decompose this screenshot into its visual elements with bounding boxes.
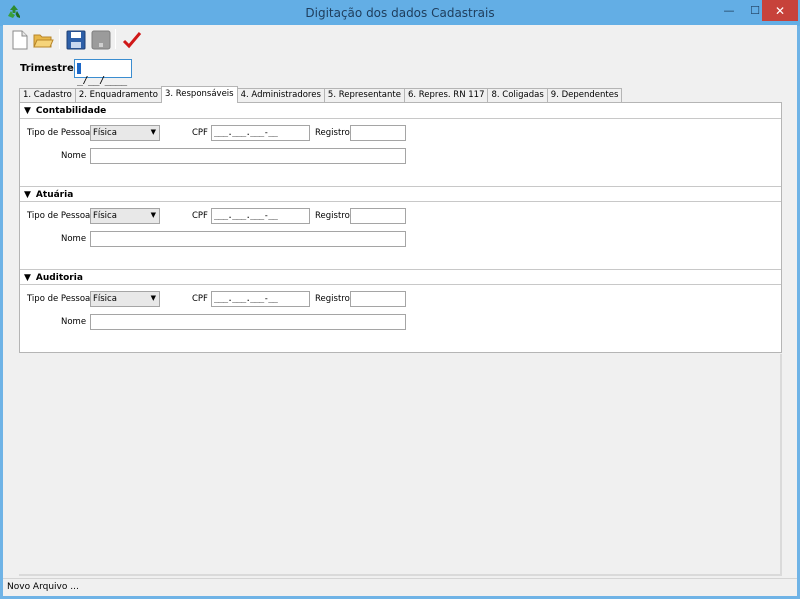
section-header-atuaria[interactable]: ▼ Atuária bbox=[20, 186, 781, 202]
text-caret bbox=[77, 63, 81, 74]
tab-coligadas[interactable]: 8. Coligadas bbox=[487, 88, 548, 102]
new-file-icon[interactable] bbox=[9, 29, 31, 51]
tab-responsaveis[interactable]: 3. Responsáveis bbox=[160, 86, 238, 103]
registro-label: Registro bbox=[315, 294, 350, 304]
tipo-pessoa-select[interactable]: Física ▼ bbox=[90, 208, 160, 224]
collapse-arrow-icon[interactable]: ▼ bbox=[24, 190, 31, 200]
tab-repres-rn-117[interactable]: 6. Repres. RN 117 bbox=[403, 88, 489, 102]
main-window: Trimestre _/__/____ 1. Cadastro 2. Enqua… bbox=[3, 25, 797, 596]
close-button[interactable]: ✕ bbox=[762, 0, 798, 21]
tipo-pessoa-value: Física bbox=[93, 211, 117, 221]
tipo-pessoa-label: Tipo de Pessoa bbox=[27, 211, 91, 221]
toolbar-separator bbox=[115, 29, 116, 49]
collapse-arrow-icon[interactable]: ▼ bbox=[24, 273, 31, 283]
registro-input[interactable] bbox=[350, 208, 406, 224]
trimestre-value: _/__/____ bbox=[77, 75, 127, 86]
nome-label: Nome bbox=[61, 317, 87, 327]
section-title: Atuária bbox=[35, 190, 74, 200]
nome-input[interactable] bbox=[90, 231, 406, 247]
open-folder-icon[interactable] bbox=[32, 29, 54, 51]
responsaveis-panel: ▼ Contabilidade Tipo de Pessoa Física ▼ C… bbox=[19, 102, 782, 353]
registro-label: Registro bbox=[315, 128, 350, 138]
tab-enquadramento[interactable]: 2. Enquadramento bbox=[74, 88, 162, 102]
window-title: Digitação dos dados Cadastrais bbox=[305, 6, 495, 20]
chevron-down-icon: ▼ bbox=[150, 128, 156, 136]
nome-input[interactable] bbox=[90, 148, 406, 164]
trimestre-input[interactable]: _/__/____ bbox=[74, 59, 132, 86]
cpf-label: CPF bbox=[192, 211, 208, 221]
section-title: Auditoria bbox=[35, 273, 83, 283]
tab-cadastro[interactable]: 1. Cadastro bbox=[19, 88, 76, 102]
save-icon[interactable] bbox=[65, 29, 87, 51]
nome-input[interactable] bbox=[90, 314, 406, 330]
registro-input[interactable] bbox=[350, 125, 406, 141]
disabled-save-icon bbox=[91, 30, 111, 50]
collapse-arrow-icon[interactable]: ▼ bbox=[24, 106, 31, 116]
cpf-label: CPF bbox=[192, 128, 208, 138]
registro-input[interactable] bbox=[350, 291, 406, 307]
tipo-pessoa-label: Tipo de Pessoa bbox=[27, 294, 91, 304]
tipo-pessoa-value: Física bbox=[93, 128, 117, 138]
tab-administradores[interactable]: 4. Administradores bbox=[236, 88, 325, 102]
confirm-check-icon[interactable] bbox=[121, 29, 143, 51]
cpf-input[interactable]: ___.___.___-__ bbox=[211, 291, 310, 307]
section-header-contabilidade[interactable]: ▼ Contabilidade bbox=[20, 103, 781, 119]
nome-label: Nome bbox=[61, 151, 87, 161]
tipo-pessoa-label: Tipo de Pessoa bbox=[27, 128, 91, 138]
minimize-button[interactable]: — bbox=[716, 0, 742, 21]
toolbar-separator bbox=[59, 29, 60, 49]
tab-strip: 1. Cadastro 2. Enquadramento 3. Responsá… bbox=[19, 86, 623, 103]
tab-dependentes[interactable]: 9. Dependentes bbox=[546, 88, 623, 102]
cpf-input[interactable]: ___.___.___-__ bbox=[211, 208, 310, 224]
section-header-auditoria[interactable]: ▼ Auditoria bbox=[20, 269, 781, 285]
tipo-pessoa-select[interactable]: Física ▼ bbox=[90, 291, 160, 307]
chevron-down-icon: ▼ bbox=[150, 294, 156, 302]
registro-label: Registro bbox=[315, 211, 350, 221]
status-text: Novo Arquivo ... bbox=[7, 582, 79, 592]
cpf-label: CPF bbox=[192, 294, 208, 304]
status-bar: Novo Arquivo ... bbox=[3, 578, 797, 596]
tab-representante[interactable]: 5. Representante bbox=[323, 88, 405, 102]
toolbar bbox=[3, 25, 797, 53]
tipo-pessoa-select[interactable]: Física ▼ bbox=[90, 125, 160, 141]
title-bar: Digitação dos dados Cadastrais — ☐ ✕ bbox=[0, 0, 800, 26]
nome-label: Nome bbox=[61, 234, 87, 244]
trimestre-label: Trimestre bbox=[20, 63, 74, 74]
chevron-down-icon: ▼ bbox=[150, 211, 156, 219]
empty-client-area bbox=[19, 354, 782, 576]
tipo-pessoa-value: Física bbox=[93, 294, 117, 304]
section-title: Contabilidade bbox=[35, 106, 107, 116]
cpf-input[interactable]: ___.___.___-__ bbox=[211, 125, 310, 141]
